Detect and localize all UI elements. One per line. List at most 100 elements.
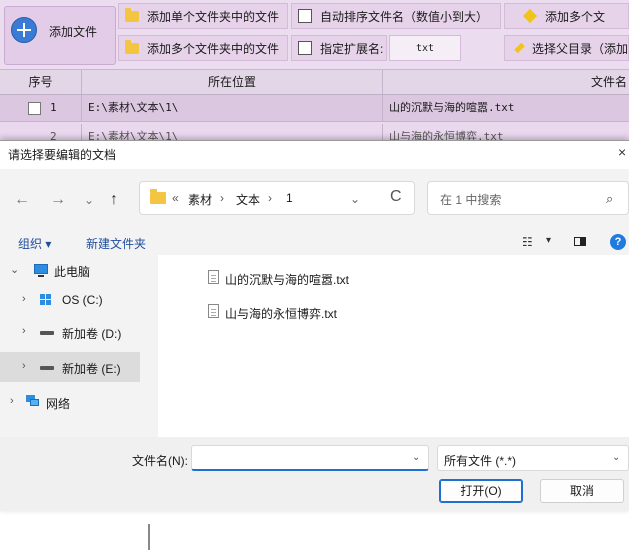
col-header-location[interactable]: 所在位置 xyxy=(82,70,383,94)
file-list: 山的沉默与海的喧嚣.txt 山与海的永恒博弈.txt xyxy=(158,255,629,437)
scrollbar-thumb[interactable] xyxy=(148,524,150,550)
tree-item-volume-e[interactable]: › 新加卷 (E:) xyxy=(0,352,140,382)
add-multi-files-label: 添加多个文 xyxy=(545,9,606,24)
open-button[interactable]: 打开(O) xyxy=(439,479,523,503)
row-checkbox[interactable] xyxy=(28,102,41,115)
select-parent-dir-label: 选择父目录（添加 xyxy=(531,41,628,56)
extension-input[interactable]: txt xyxy=(389,35,461,61)
grid-header: 序号 所在位置 文件名 xyxy=(0,70,629,95)
help-icon[interactable]: ? xyxy=(610,234,626,250)
search-placeholder: 在 1 中搜索 xyxy=(440,193,502,207)
add-single-folder-button[interactable]: 添加单个文件夹中的文件 xyxy=(118,3,288,29)
specify-ext-toggle[interactable]: 指定扩展名: xyxy=(291,35,387,61)
search-icon[interactable]: ⌕ xyxy=(606,191,613,207)
drive-icon xyxy=(40,366,54,370)
chevron-down-icon[interactable]: ⌄ xyxy=(10,263,19,276)
organize-menu[interactable]: 组织 ▾ xyxy=(18,235,51,252)
folder-icon xyxy=(150,189,166,204)
windows-drive-icon xyxy=(40,294,52,306)
col-header-filename[interactable]: 文件名 xyxy=(383,70,629,94)
row-location: E:\素材\文本\1\ xyxy=(82,95,383,121)
breadcrumb-item[interactable]: 1 xyxy=(286,191,293,205)
breadcrumb-overflow[interactable]: « xyxy=(172,191,179,205)
breadcrumb-item[interactable]: 文本 xyxy=(236,191,260,208)
tree-item-network[interactable]: › 网络 xyxy=(0,387,140,417)
add-file-button[interactable]: 添加文件 xyxy=(4,6,116,65)
toolbar: 添加文件 添加单个文件夹中的文件 添加多个文件夹中的文件 自动排序文件名（数值小… xyxy=(0,0,629,70)
chevron-down-icon[interactable]: ⌄ xyxy=(350,192,360,206)
add-multi-files-button[interactable]: 添加多个文 xyxy=(504,3,629,29)
close-icon[interactable]: × xyxy=(618,144,626,160)
filename-label: 文件名(N): xyxy=(132,454,188,468)
specify-ext-checkbox[interactable] xyxy=(298,41,312,55)
dialog-title: 请选择要编辑的文档 xyxy=(8,148,117,162)
recent-locations-icon[interactable]: ⌄ xyxy=(84,193,94,207)
table-row[interactable]: 2 E:\素材\文本\1\ 山与海的永恒博弈.txt xyxy=(0,122,629,140)
view-options-icon[interactable]: ☷ xyxy=(522,235,533,249)
file-type-select[interactable]: 所有文件 (*.*) ⌄ xyxy=(437,445,629,471)
tree-label: 网络 xyxy=(46,397,71,411)
tree-label: 此电脑 xyxy=(54,265,91,279)
network-icon xyxy=(26,395,39,407)
address-bar[interactable]: « 素材 › 文本 › 1 ⌄ C xyxy=(139,181,415,215)
chevron-right-icon[interactable]: › xyxy=(10,395,14,407)
row-index: 1 xyxy=(50,95,82,121)
diamond-icon xyxy=(514,42,525,54)
tree-label: 新加卷 (E:) xyxy=(62,362,121,376)
command-bar: 组织 ▾ 新建文件夹 ☷ ▾ ? xyxy=(0,229,629,256)
open-file-dialog: 请选择要编辑的文档 × ← → ⌄ ↑ « 素材 › 文本 › 1 ⌄ C 在 … xyxy=(0,140,629,550)
breadcrumb-separator: › xyxy=(268,191,272,205)
back-arrow-icon[interactable]: ← xyxy=(14,191,30,209)
breadcrumb-item[interactable]: 素材 xyxy=(188,191,212,208)
tree-item-this-pc[interactable]: ⌄ 此电脑 xyxy=(0,255,140,285)
select-parent-dir-button[interactable]: 选择父目录（添加 xyxy=(504,35,629,61)
chevron-right-icon[interactable]: › xyxy=(22,325,26,337)
add-single-folder-label: 添加单个文件夹中的文件 xyxy=(147,9,280,24)
file-type-value: 所有文件 (*.*) xyxy=(444,454,517,468)
specify-ext-label: 指定扩展名: xyxy=(320,41,384,56)
new-folder-button[interactable]: 新建文件夹 xyxy=(86,235,146,252)
navigation-bar: ← → ⌄ ↑ « 素材 › 文本 › 1 ⌄ C 在 1 中搜索 ⌕ xyxy=(0,169,629,229)
add-file-label: 添加文件 xyxy=(49,25,98,39)
forward-arrow-icon[interactable]: → xyxy=(50,191,66,209)
row-filename: 山与海的永恒博弈.txt xyxy=(389,130,504,140)
computer-icon xyxy=(34,264,48,277)
up-arrow-icon[interactable]: ↑ xyxy=(110,191,118,209)
file-name: 山的沉默与海的喧嚣.txt xyxy=(225,273,350,287)
chevron-right-icon[interactable]: › xyxy=(22,360,26,372)
preview-pane-icon[interactable] xyxy=(574,237,586,246)
row-location: E:\素材\文本\1\ xyxy=(82,124,383,140)
row-index: 2 xyxy=(50,124,82,140)
folder-icon xyxy=(125,7,139,22)
file-name: 山与海的永恒博弈.txt xyxy=(225,307,338,321)
chevron-down-icon[interactable]: ⌄ xyxy=(412,452,420,463)
plus-circle-icon xyxy=(11,17,37,43)
chevron-down-icon[interactable]: ⌄ xyxy=(612,452,620,463)
row-filename: 山的沉默与海的喧嚣.txt xyxy=(389,101,515,114)
main-app-window: 添加文件 添加单个文件夹中的文件 添加多个文件夹中的文件 自动排序文件名（数值小… xyxy=(0,0,629,140)
chevron-right-icon[interactable]: › xyxy=(22,293,26,305)
chevron-down-icon[interactable]: ▾ xyxy=(546,235,551,246)
auto-sort-toggle[interactable]: 自动排序文件名（数值小到大） xyxy=(291,3,501,29)
folder-icon xyxy=(125,39,139,54)
diamond-icon xyxy=(522,8,538,24)
dialog-footer: 文件名(N): ⌄ 所有文件 (*.*) ⌄ 打开(O) 取消 xyxy=(0,437,629,511)
navigation-pane: ⌄ 此电脑 › OS (C:) › 新加卷 (D:) › 新加卷 (E:) › … xyxy=(0,255,158,550)
add-multi-folder-button[interactable]: 添加多个文件夹中的文件 xyxy=(118,35,288,61)
text-file-icon xyxy=(208,270,219,284)
tree-item-os-c[interactable]: › OS (C:) xyxy=(0,285,140,315)
filename-input[interactable]: ⌄ xyxy=(191,445,429,471)
tree-item-volume-d[interactable]: › 新加卷 (D:) xyxy=(0,317,140,347)
auto-sort-label: 自动排序文件名（数值小到大） xyxy=(320,9,489,24)
tree-label: 新加卷 (D:) xyxy=(62,327,122,341)
auto-sort-checkbox[interactable] xyxy=(298,9,312,23)
add-multi-folder-label: 添加多个文件夹中的文件 xyxy=(147,41,280,56)
table-row[interactable]: 1 E:\素材\文本\1\ 山的沉默与海的喧嚣.txt xyxy=(0,95,629,122)
text-file-icon xyxy=(208,304,219,318)
cancel-button[interactable]: 取消 xyxy=(540,479,624,503)
breadcrumb-separator: › xyxy=(220,191,224,205)
tree-label: OS (C:) xyxy=(62,293,103,307)
refresh-icon[interactable]: C xyxy=(390,188,402,206)
col-header-index[interactable]: 序号 xyxy=(0,70,82,94)
search-box[interactable]: 在 1 中搜索 ⌕ xyxy=(427,181,629,215)
